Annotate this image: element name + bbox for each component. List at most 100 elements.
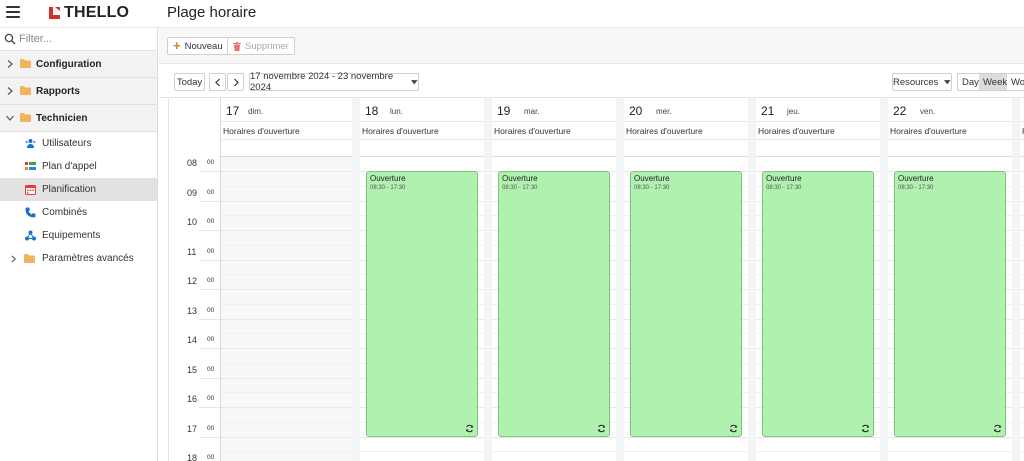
all-day-row[interactable] [756, 140, 880, 157]
half-hour-gridline [1020, 215, 1024, 217]
recurrence-icon [994, 424, 1001, 433]
resources-dropdown[interactable]: Resources [892, 73, 952, 91]
hour-divider [199, 230, 220, 231]
sidebar-item-label: Plan d'appel [42, 161, 97, 172]
opening-hours-event[interactable]: Ouverture 08:30 - 17:30 [366, 171, 478, 437]
hour-gridline [1020, 200, 1024, 202]
sidebar-item-label: Paramètres avancés [42, 253, 134, 264]
hour-label: 14 [187, 335, 198, 345]
sidebar-item-planification[interactable]: Planification [0, 178, 157, 201]
resource-header: Horaires d'ouverture [221, 122, 352, 140]
minute-label: 00 [207, 218, 215, 225]
recurrence-icon [598, 424, 605, 433]
hour-gridline [221, 407, 352, 408]
hour-gridline [221, 348, 352, 349]
new-button[interactable]: + Nouveau [167, 37, 229, 55]
sidebar-item-plan-d-appel[interactable]: Plan d'appel [0, 155, 157, 178]
day-header[interactable]: 2 [1020, 98, 1024, 122]
resource-label: Horaires d'ouverture [223, 126, 300, 136]
half-hour-gridline [624, 451, 748, 453]
day-column: 20 mer. Horaires d'ouverture Ouverture 08:30… [616, 98, 748, 461]
menu-icon[interactable] [6, 6, 20, 18]
time-grid[interactable] [221, 157, 352, 461]
minute-label: 00 [207, 336, 215, 343]
minute-label: 00 [207, 247, 215, 255]
day-header[interactable]: 22 ven. [888, 98, 1012, 122]
hour-gridline [221, 436, 352, 438]
event-title: Ouverture [634, 174, 670, 183]
top-header: THELLO Plage horaire [0, 0, 1024, 28]
caret-down-icon [944, 79, 951, 84]
day-header[interactable]: 17 dim. [221, 98, 352, 122]
resource-label: Horaires d'ouverture [890, 126, 967, 136]
hour-gridline [221, 230, 352, 231]
caret-down-icon [411, 79, 418, 84]
day-weekday: ven. [920, 107, 936, 116]
calendar-nav-bar: Today 17 novembre 2024 - 23 novembre 202… [159, 65, 1024, 98]
opening-hours-event[interactable]: Ouverture 08:30 - 17:30 [894, 171, 1006, 437]
minute-label: 00 [207, 454, 215, 461]
minute-label: 00 [207, 424, 215, 432]
prev-week-button[interactable] [209, 73, 226, 91]
half-hour-gridline [360, 451, 484, 453]
half-hour-gridline [221, 451, 352, 453]
day-header[interactable]: 20 mer. [624, 98, 748, 122]
day-header[interactable]: 18 lun. [360, 98, 484, 122]
chevron-left-icon [214, 78, 220, 86]
sidebar-item-label: Equipements [42, 230, 101, 241]
hour-divider [199, 171, 220, 172]
all-day-row[interactable] [1020, 140, 1024, 157]
resource-header: Horaires d'ouverture [360, 122, 484, 140]
sidebar-item-utilisateurs[interactable]: Utilisateurs [0, 132, 157, 155]
resource-header: Horaires d'ouverture [756, 122, 880, 140]
day-header[interactable]: 21 jeu. [756, 98, 880, 122]
time-grid[interactable] [1020, 157, 1024, 461]
sidebar-section-technicien[interactable]: Technicien [0, 105, 157, 132]
event-time: 08:30 - 17:30 [502, 185, 538, 191]
filter-input[interactable] [19, 31, 151, 47]
day-number: 17 [226, 104, 240, 118]
all-day-row[interactable] [624, 140, 748, 157]
half-hour-gridline [1020, 333, 1024, 335]
all-day-row[interactable] [221, 140, 352, 157]
all-day-row[interactable] [888, 140, 1012, 157]
hour-label: 17 [187, 423, 198, 434]
sidebar-item-equipements[interactable]: Equipements [0, 224, 157, 247]
sidebar-section-rapports[interactable]: Rapports [0, 78, 157, 105]
view-workweek-button[interactable]: Wo [1007, 73, 1024, 91]
hour-label: 08 [187, 158, 198, 168]
sidebar-section-configuration[interactable]: Configuration [0, 51, 157, 78]
all-day-row[interactable] [492, 140, 616, 157]
sidebar: Configuration Rapports Technicien Utilis… [0, 28, 158, 461]
new-button-label: Nouveau [184, 40, 223, 52]
hour-gridline [1020, 259, 1024, 261]
hour-gridline [1020, 407, 1024, 408]
sidebar-section-label: Configuration [36, 59, 102, 70]
day-header[interactable]: 19 mar. [492, 98, 616, 122]
all-day-row[interactable] [360, 140, 484, 157]
thello-logo-mark-icon [49, 7, 60, 19]
half-hour-gridline [1020, 362, 1024, 364]
resource-label: Horaires d'ouverture [626, 126, 703, 136]
action-toolbar: + Nouveau Supprimer [159, 28, 1024, 64]
search-icon [4, 33, 16, 45]
delete-button[interactable]: Supprimer [227, 37, 295, 55]
sidebar-item-parametres-avances[interactable]: Paramètres avancés [0, 247, 157, 270]
day-column: 21 jeu. Horaires d'ouverture Ouverture 08:30… [748, 98, 880, 461]
half-hour-gridline [1020, 303, 1024, 305]
hour-gridline [221, 259, 352, 261]
time-gutter: 08 00 09 00 10 00 11 00 12 00 13 00 14 00 15 00 16 00 17 00… [169, 157, 220, 461]
app-logo: THELLO [48, 4, 129, 22]
day-number: 18 [365, 104, 379, 118]
sidebar-item-combines[interactable]: Combinés [0, 201, 157, 224]
day-weekday: jeu. [787, 107, 800, 116]
opening-hours-event[interactable]: Ouverture 08:30 - 17:30 [630, 171, 742, 437]
date-range-picker[interactable]: 17 novembre 2024 - 23 novembre 2024 [249, 71, 419, 93]
today-button[interactable]: Today [174, 73, 205, 91]
day-column: 17 dim. Horaires d'ouverture [220, 98, 352, 461]
day-number: 19 [497, 104, 511, 118]
next-week-button[interactable] [227, 73, 244, 91]
opening-hours-event[interactable]: Ouverture 08:30 - 17:30 [498, 171, 610, 437]
opening-hours-event[interactable]: Ouverture 08:30 - 17:30 [762, 171, 874, 437]
half-hour-gridline [221, 215, 352, 217]
